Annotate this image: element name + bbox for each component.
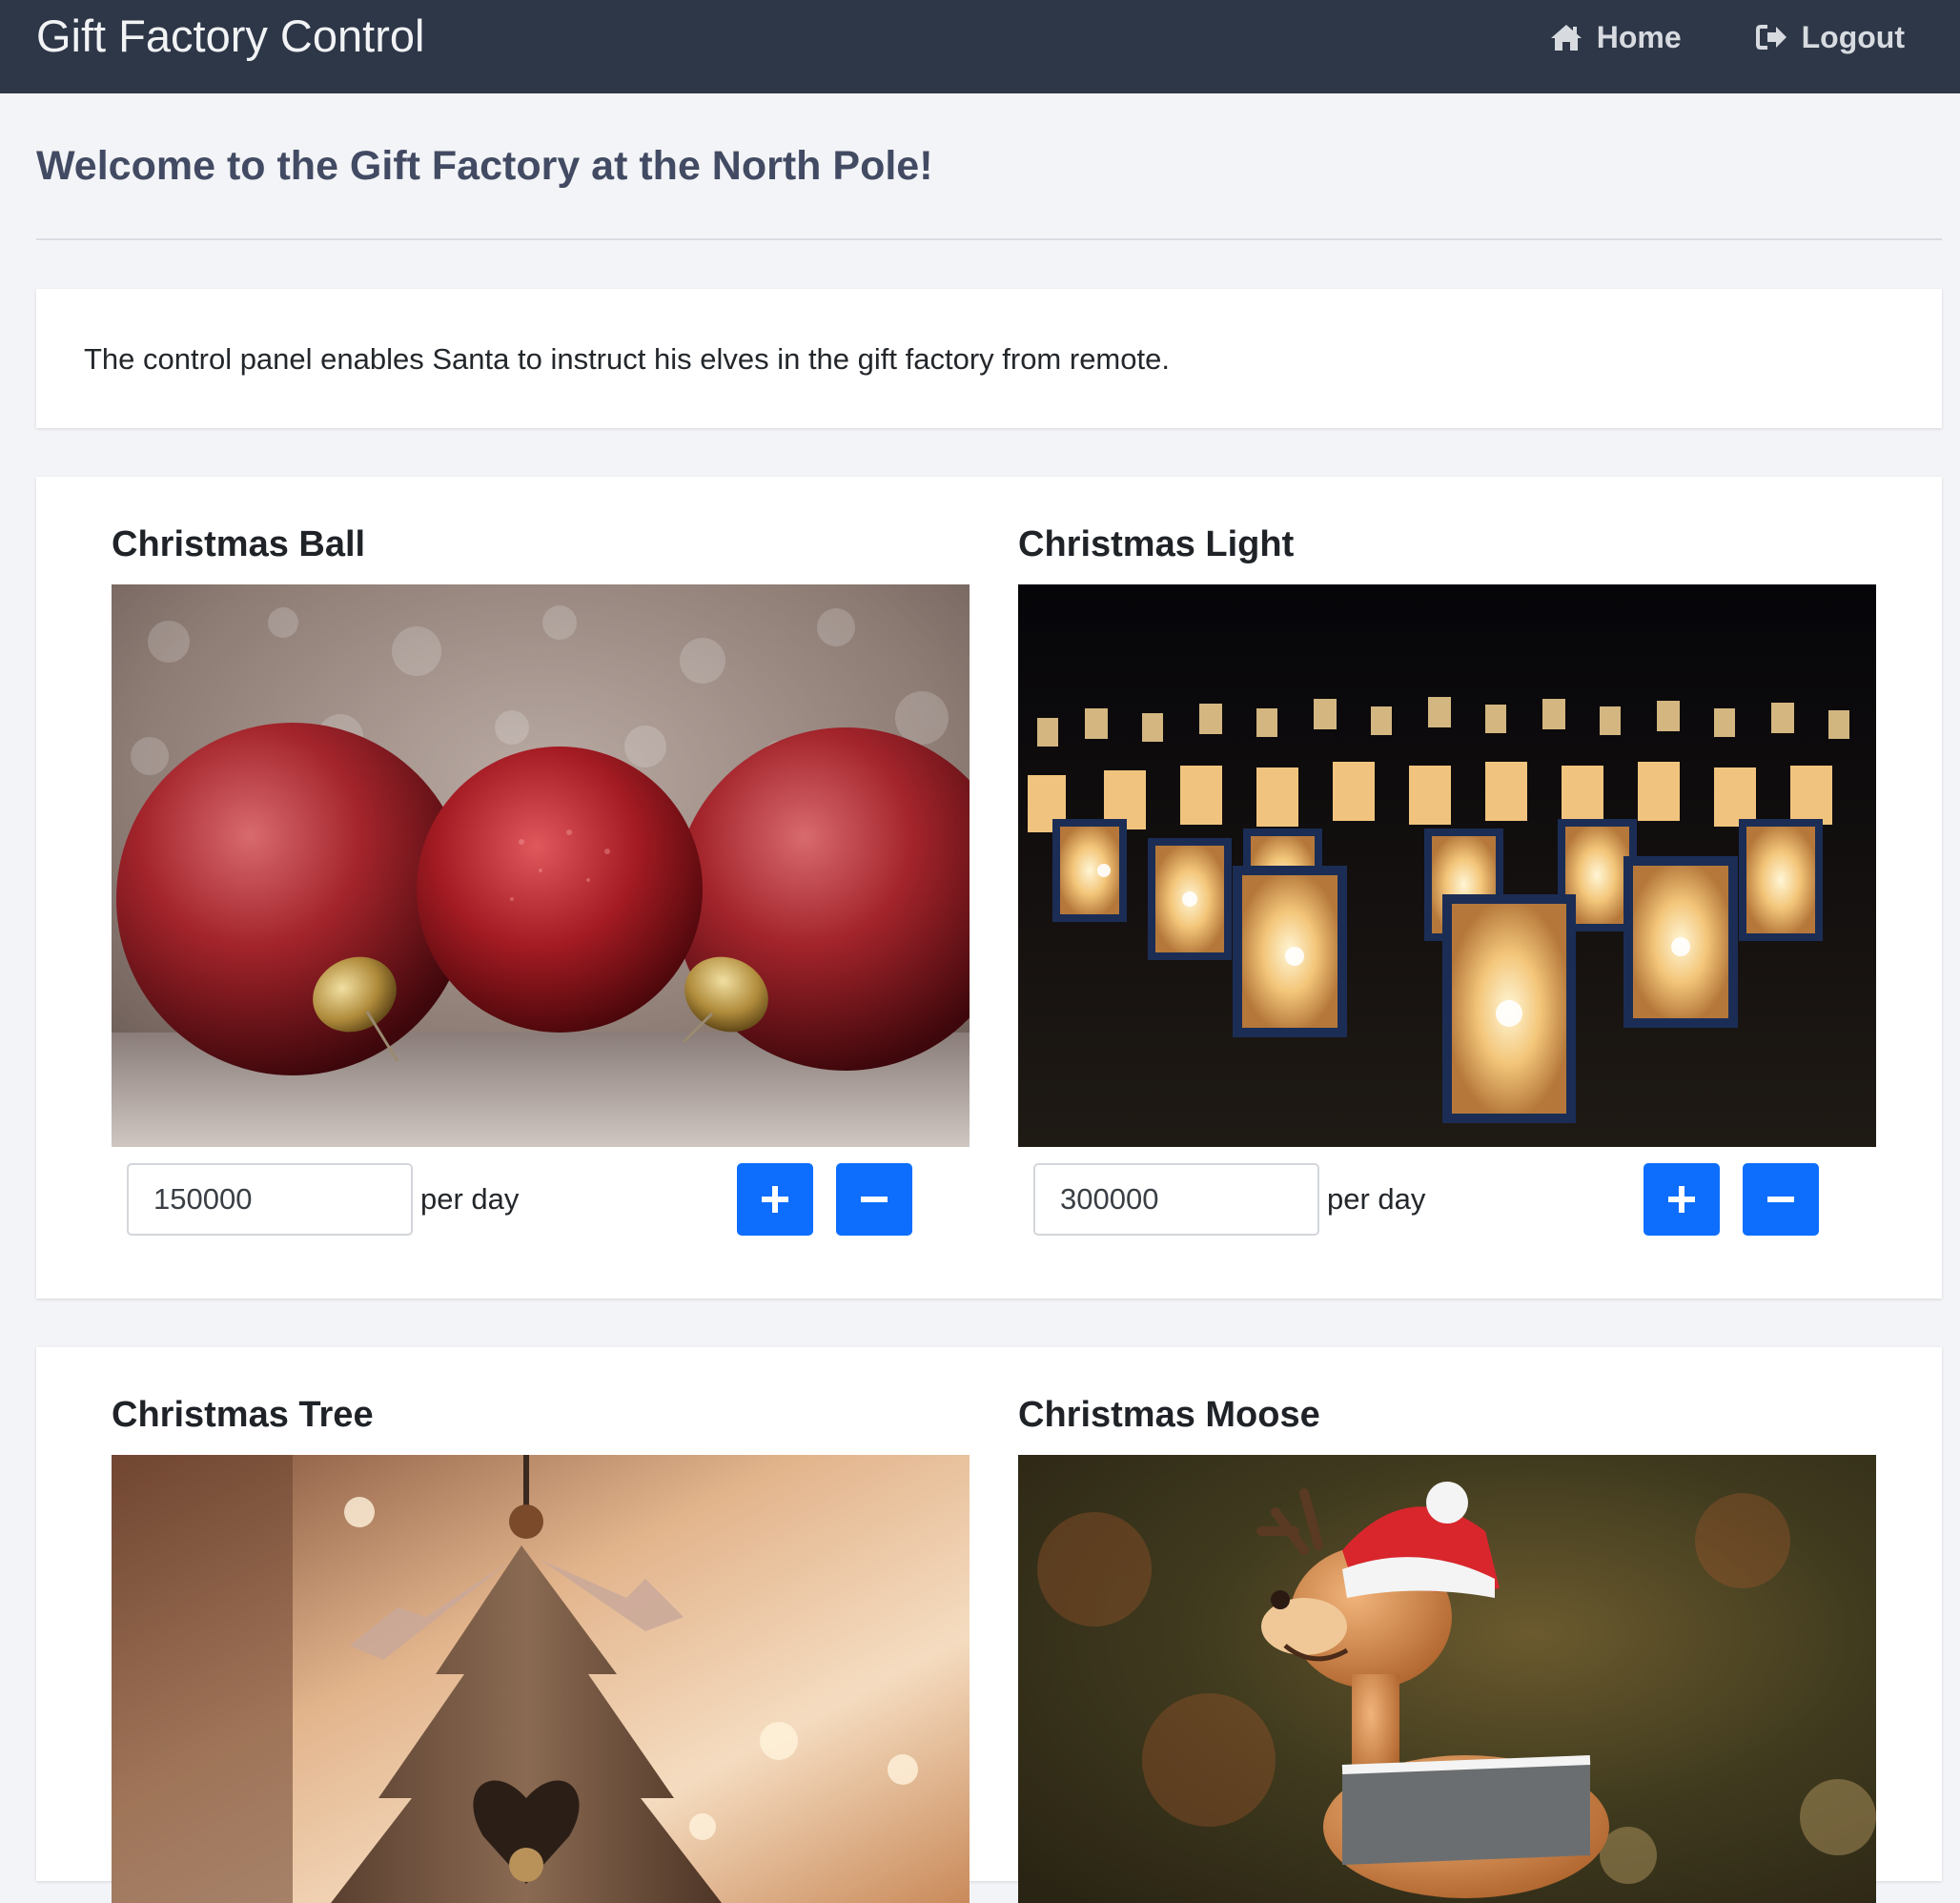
nav-logout-label: Logout [1801, 19, 1905, 54]
nav-logout-link[interactable]: Logout [1755, 19, 1905, 55]
quantity-input[interactable] [1033, 1163, 1319, 1236]
increase-button[interactable] [1644, 1163, 1720, 1236]
wooden-tree-ornament-photo [112, 1455, 970, 1903]
increase-button[interactable] [737, 1163, 813, 1236]
intro-card: The control panel enables Santa to instr… [36, 289, 1942, 428]
top-navbar: Gift Factory Control Home Logout [0, 0, 1960, 93]
nav-home-label: Home [1596, 19, 1682, 54]
intro-text: The control panel enables Santa to instr… [84, 342, 1170, 376]
product-title: Christmas Ball [112, 524, 366, 564]
quantity-controls: per day [1018, 1163, 1876, 1236]
reindeer-figurine-photo [1018, 1455, 1876, 1903]
page-title: Welcome to the Gift Factory at the North… [36, 143, 933, 189]
decrease-button[interactable] [836, 1163, 912, 1236]
christmas-lanterns-photo [1018, 584, 1876, 1147]
quantity-controls: per day [112, 1163, 970, 1236]
product-title: Christmas Light [1018, 524, 1295, 564]
minus-icon [1743, 1185, 1819, 1214]
nav-home-link[interactable]: Home [1549, 20, 1682, 55]
plus-icon [737, 1185, 813, 1214]
products-row-2: Christmas Tree Christmas Moose [36, 1347, 1942, 1903]
unit-label: per day [1327, 1182, 1426, 1216]
products-row-1: Christmas Ball 150000 per day Christmas … [36, 477, 1942, 1299]
quantity-input[interactable] [127, 1163, 413, 1236]
christmas-balls-photo [112, 584, 970, 1147]
logout-icon [1755, 23, 1788, 51]
brand-title[interactable]: Gift Factory Control [36, 13, 424, 59]
decrease-button[interactable] [1743, 1163, 1819, 1236]
main-nav: Home Logout [1549, 17, 1905, 57]
plus-icon [1644, 1185, 1720, 1214]
home-icon [1549, 22, 1583, 52]
minus-icon [836, 1185, 912, 1214]
title-divider [36, 238, 1942, 240]
product-title: Christmas Moose [1018, 1395, 1320, 1435]
product-title: Christmas Tree [112, 1395, 374, 1435]
unit-label: per day [420, 1182, 520, 1216]
